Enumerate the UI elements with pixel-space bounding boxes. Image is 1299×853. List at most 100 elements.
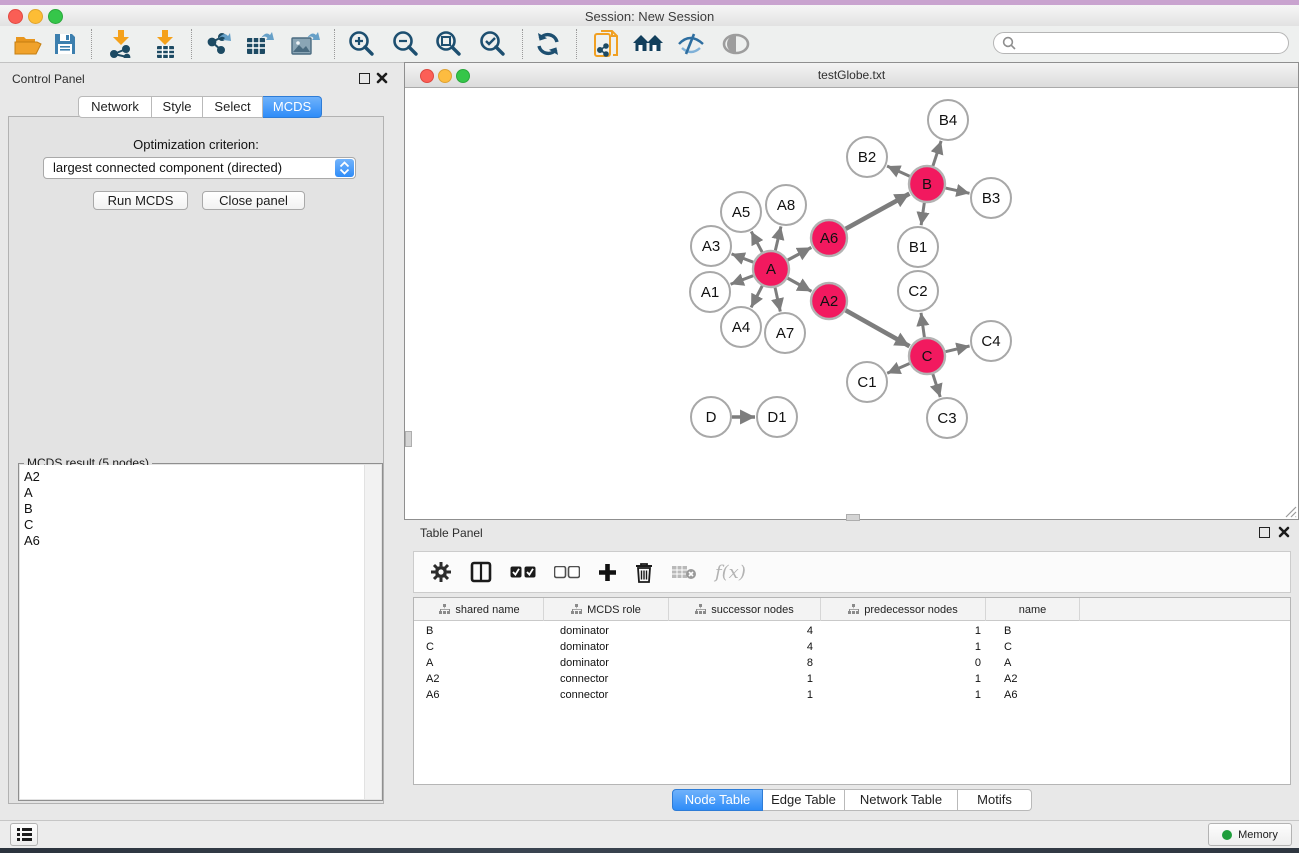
zoom-out-button[interactable]: [388, 28, 422, 60]
column-type-icon: [439, 604, 450, 615]
table-row-B[interactable]: Bdominator41B: [414, 623, 1290, 639]
vertical-scroll-thumb[interactable]: [405, 431, 412, 447]
zoom-fit-button[interactable]: [431, 28, 465, 60]
zoom-in-button[interactable]: [344, 28, 378, 60]
refresh-button[interactable]: [531, 28, 565, 60]
mcds-result-groupbox: MCDS result (5 nodes) A2ABCA6: [18, 463, 383, 801]
run-mcds-button[interactable]: Run MCDS: [93, 191, 188, 210]
node-C4[interactable]: C4: [971, 321, 1011, 361]
node-A4[interactable]: A4: [721, 307, 761, 347]
table-float-icon[interactable]: [1259, 527, 1270, 538]
cell: A6: [416, 687, 544, 703]
node-A8[interactable]: A8: [766, 185, 806, 225]
result-item[interactable]: A2: [24, 469, 365, 485]
close-panel-icon[interactable]: [376, 72, 388, 84]
node-D[interactable]: D: [691, 397, 731, 437]
edge-A-A3: [732, 254, 754, 262]
result-item[interactable]: A: [24, 485, 365, 501]
node-A7[interactable]: A7: [765, 313, 805, 353]
import-network-button[interactable]: [104, 28, 138, 60]
tab-network-table[interactable]: Network Table: [845, 789, 958, 811]
new-network-from-selection-button[interactable]: [590, 28, 624, 60]
cell: C: [416, 639, 544, 655]
node-B2[interactable]: B2: [847, 137, 887, 177]
cell: B: [416, 623, 544, 639]
search-input[interactable]: [993, 32, 1289, 54]
export-table-icon: [245, 30, 275, 58]
cell: 1: [669, 687, 821, 703]
table-close-icon[interactable]: [1278, 526, 1290, 538]
apply-function-button[interactable]: f(x): [715, 562, 746, 583]
resize-grip[interactable]: [1283, 504, 1297, 518]
select-all-icon: [510, 566, 536, 579]
node-C3[interactable]: C3: [927, 398, 967, 438]
export-image-button[interactable]: [288, 28, 322, 60]
result-item[interactable]: A6: [24, 533, 365, 549]
export-network-button[interactable]: [201, 28, 235, 60]
cell: connector: [544, 671, 669, 687]
node-A[interactable]: A: [753, 251, 789, 287]
node-A1[interactable]: A1: [690, 272, 730, 312]
float-panel-icon[interactable]: [359, 73, 370, 84]
cell: 1: [821, 623, 986, 639]
node-A5[interactable]: A5: [721, 192, 761, 232]
show-columns-button[interactable]: [470, 561, 492, 583]
node-B4[interactable]: B4: [928, 100, 968, 140]
zoom-selected-button[interactable]: [475, 28, 509, 60]
session-title: Session: New Session: [0, 9, 1299, 24]
node-C[interactable]: C: [909, 338, 945, 374]
tab-select[interactable]: Select: [203, 96, 263, 118]
tab-style[interactable]: Style: [152, 96, 203, 118]
node-A3[interactable]: A3: [691, 226, 731, 266]
result-scrollbar[interactable]: [364, 465, 381, 799]
tab-network[interactable]: Network: [78, 96, 152, 118]
control-panel-tabs: NetworkStyleSelectMCDS: [78, 96, 322, 118]
table-settings-button[interactable]: [430, 561, 452, 583]
table-row-A[interactable]: Adominator80A: [414, 655, 1290, 671]
add-column-button[interactable]: [598, 563, 617, 582]
show-panel-button[interactable]: [719, 28, 753, 60]
hide-panel-button[interactable]: [674, 28, 708, 60]
delete-column-button[interactable]: [635, 562, 653, 583]
column-header-predecessor-nodes[interactable]: predecessor nodes: [821, 598, 986, 621]
task-history-button[interactable]: [10, 823, 38, 846]
horizontal-scroll-thumb[interactable]: [846, 514, 860, 521]
column-type-icon: [848, 604, 859, 615]
export-table-button[interactable]: [243, 28, 277, 60]
result-item[interactable]: B: [24, 501, 365, 517]
memory-button[interactable]: Memory: [1208, 823, 1292, 846]
tab-mcds[interactable]: MCDS: [263, 96, 322, 118]
import-table-button[interactable]: [148, 28, 182, 60]
tab-motifs[interactable]: Motifs: [958, 789, 1032, 811]
deselect-all-button[interactable]: [554, 566, 580, 579]
network-canvas[interactable]: B4 B2 B B3 A8A5 A6 A3 B1 A A1 C2 A2 A4A7 C4 C C1 C3 D D1: [405, 87, 1298, 519]
node-A2[interactable]: A2: [811, 283, 847, 319]
table-row-A6[interactable]: A6connector11A6: [414, 687, 1290, 703]
home-layout-button[interactable]: [631, 28, 665, 60]
column-header-MCDS-role[interactable]: MCDS role: [544, 598, 669, 621]
toolbar-separator: [191, 29, 192, 59]
result-item[interactable]: C: [24, 517, 365, 533]
table-row-A2[interactable]: A2connector11A2: [414, 671, 1290, 687]
node-B[interactable]: B: [909, 166, 945, 202]
column-type-icon: [695, 604, 706, 615]
node-B3[interactable]: B3: [971, 178, 1011, 218]
delete-table-button[interactable]: [671, 564, 697, 580]
node-B1[interactable]: B1: [898, 227, 938, 267]
save-session-button[interactable]: [48, 28, 82, 60]
column-header-successor-nodes[interactable]: successor nodes: [669, 598, 821, 621]
node-C1[interactable]: C1: [847, 362, 887, 402]
table-row-C[interactable]: Cdominator41C: [414, 639, 1290, 655]
node-C2[interactable]: C2: [898, 271, 938, 311]
column-header-shared-name[interactable]: shared name: [416, 598, 544, 621]
criterion-dropdown[interactable]: largest connected component (directed): [43, 157, 356, 179]
column-header-label: predecessor nodes: [864, 604, 958, 616]
column-header-name[interactable]: name: [986, 598, 1080, 621]
tab-node-table[interactable]: Node Table: [672, 789, 763, 811]
tab-edge-table[interactable]: Edge Table: [763, 789, 845, 811]
node-A6[interactable]: A6: [811, 220, 847, 256]
close-panel-button[interactable]: Close panel: [202, 191, 305, 210]
node-D1[interactable]: D1: [757, 397, 797, 437]
open-file-button[interactable]: [11, 28, 45, 60]
select-all-button[interactable]: [510, 566, 536, 579]
